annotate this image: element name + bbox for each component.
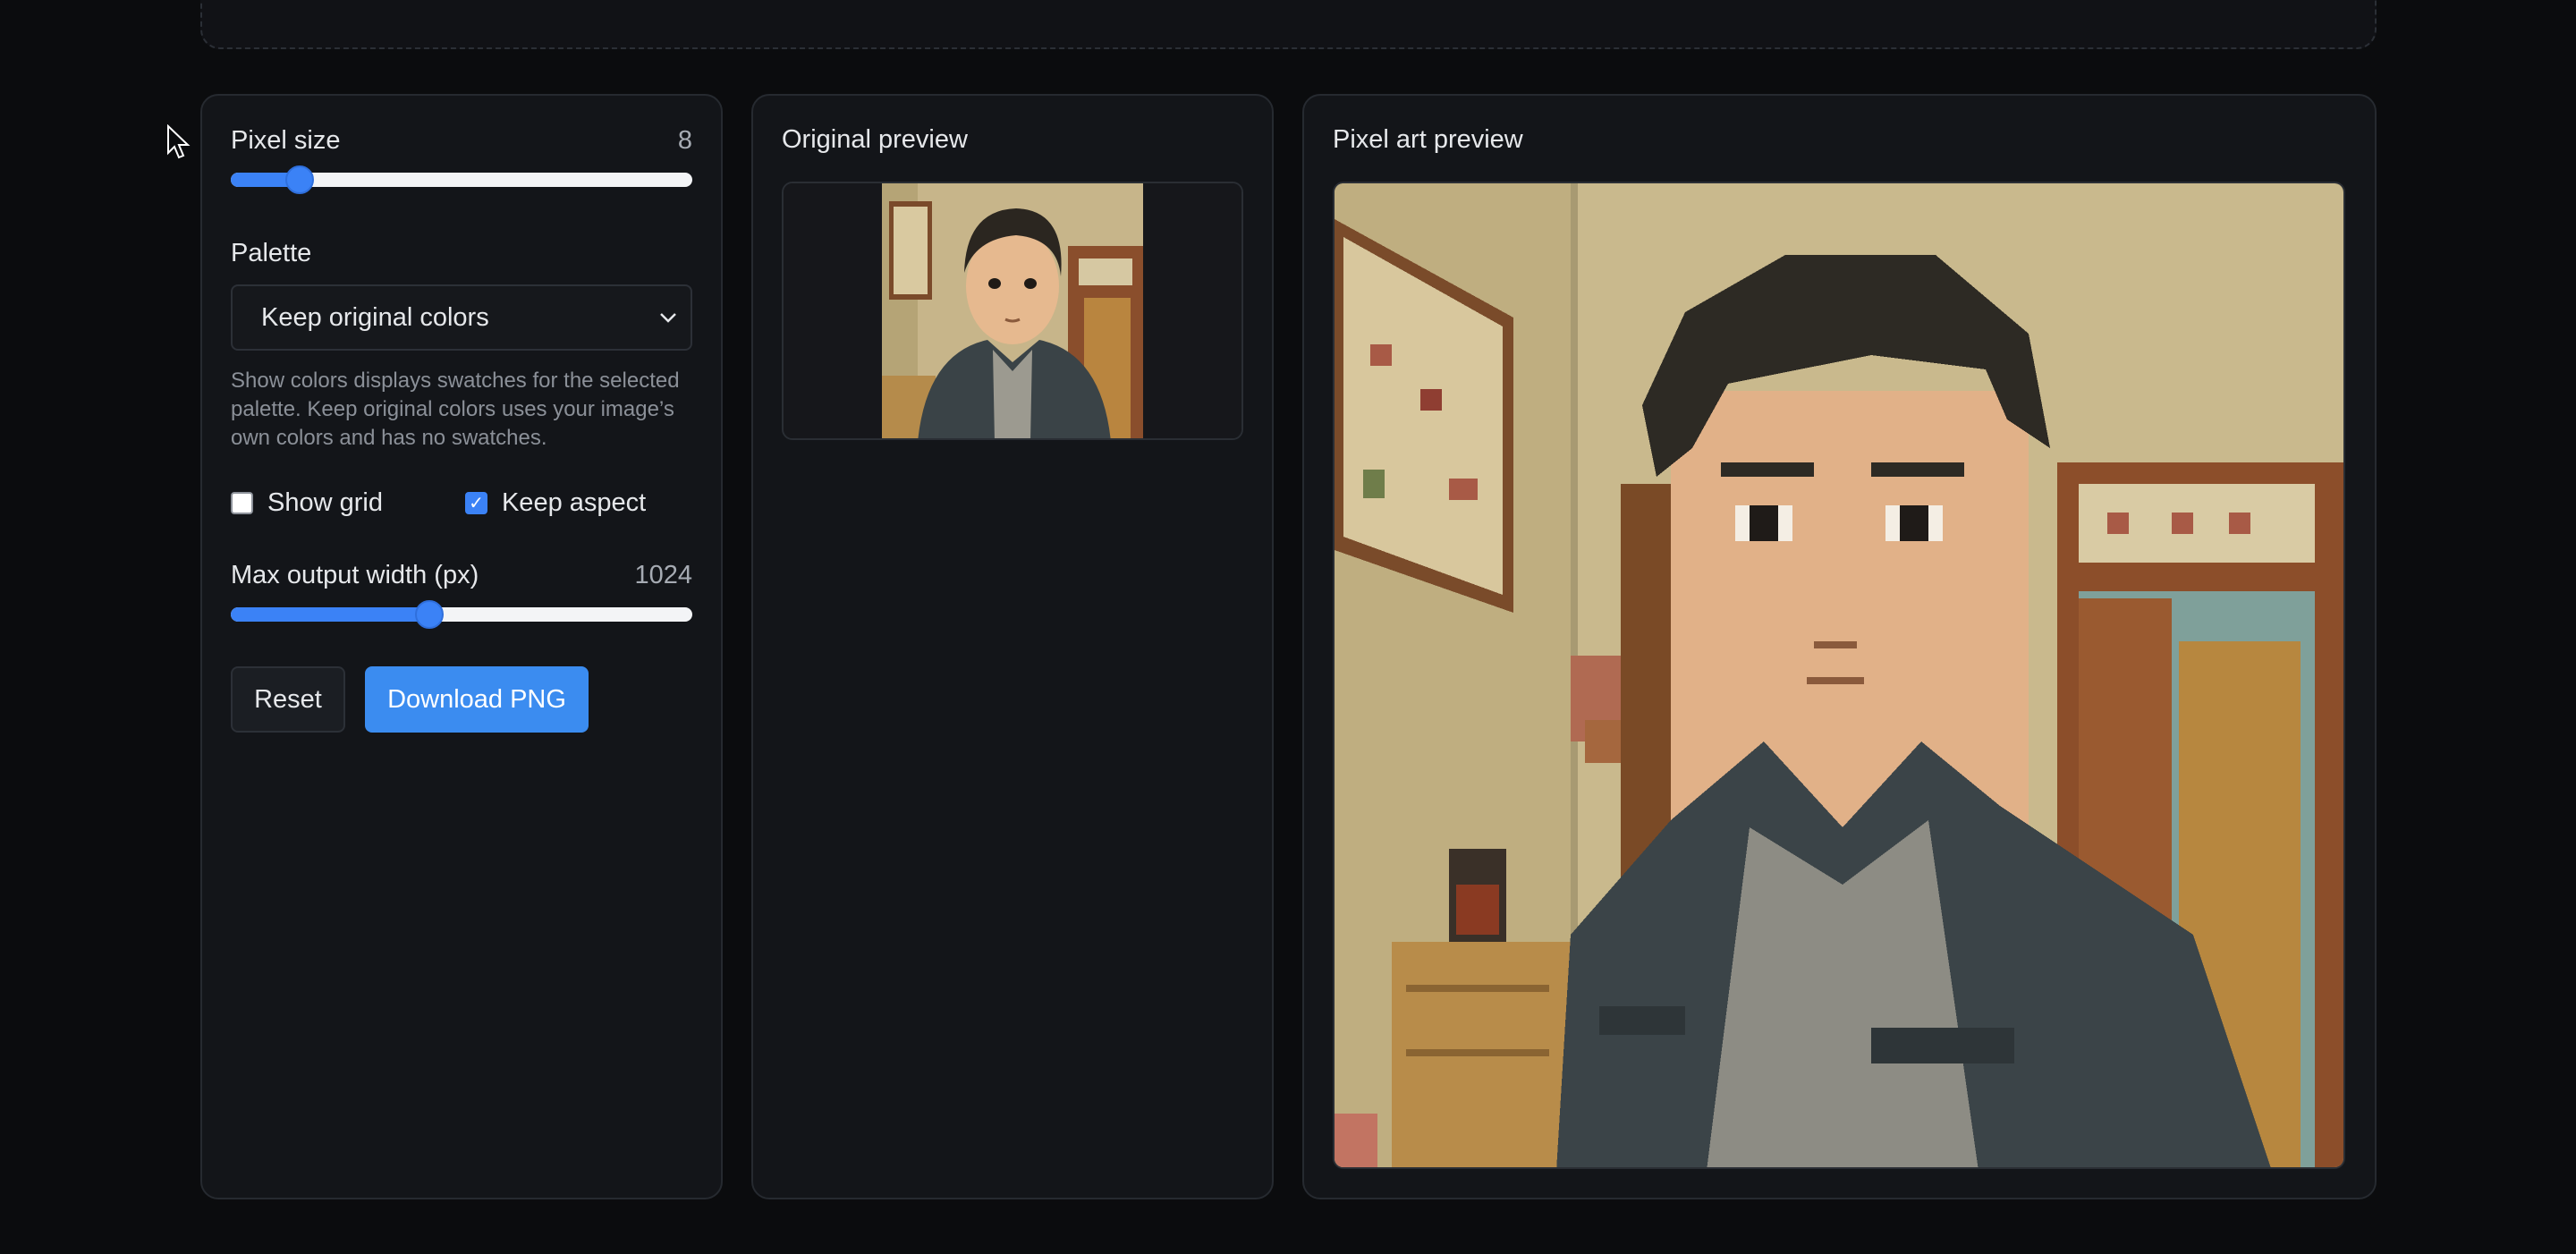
- original-preview-panel: Original preview: [751, 94, 1274, 1199]
- max-width-slider-fill: [231, 607, 429, 622]
- upload-dropzone[interactable]: [200, 0, 2377, 49]
- max-width-label: Max output width (px): [231, 561, 479, 589]
- reset-button[interactable]: Reset: [231, 666, 345, 733]
- download-png-button[interactable]: Download PNG: [365, 666, 589, 733]
- palette-selected-value: Keep original colors: [261, 302, 489, 332]
- options-row: Show grid ✓ Keep aspect: [231, 488, 692, 518]
- pixel-art-preview-image: [1335, 183, 2343, 1167]
- pixel-size-slider-thumb[interactable]: [285, 165, 315, 194]
- original-preview-title: Original preview: [782, 125, 968, 154]
- original-preview-image: [784, 183, 1241, 438]
- max-width-value: 1024: [634, 561, 692, 589]
- palette-select[interactable]: Keep original colors: [231, 284, 692, 351]
- pixel-size-slider[interactable]: [231, 165, 692, 194]
- show-grid-checkbox[interactable]: Show grid: [231, 488, 383, 518]
- max-width-slider-thumb[interactable]: [414, 600, 444, 629]
- pixel-art-preview-frame: [1333, 182, 2345, 1169]
- keep-aspect-label[interactable]: Keep aspect: [502, 488, 646, 518]
- action-buttons: Reset Download PNG: [231, 666, 692, 733]
- max-width-row: Max output width (px) 1024: [231, 561, 692, 590]
- pixel-size-label: Pixel size: [231, 126, 341, 155]
- original-preview-frame: [782, 182, 1243, 440]
- keep-aspect-box[interactable]: ✓: [464, 492, 487, 514]
- pixel-size-value: 8: [677, 126, 692, 155]
- max-width-slider[interactable]: [231, 600, 692, 629]
- chevron-down-icon: [658, 306, 678, 329]
- pixel-art-preview-panel: Pixel art preview: [1302, 94, 2377, 1199]
- palette-help-text: Show colors displays swatches for the se…: [231, 369, 680, 450]
- keep-aspect-checkbox[interactable]: ✓ Keep aspect: [464, 488, 646, 518]
- palette-label: Palette: [231, 239, 312, 267]
- show-grid-box[interactable]: [231, 492, 253, 514]
- pixel-art-preview-title: Pixel art preview: [1333, 125, 1523, 154]
- mouse-cursor-icon: [167, 124, 191, 159]
- show-grid-label[interactable]: Show grid: [267, 488, 383, 518]
- pixel-size-row: Pixel size 8: [231, 126, 692, 156]
- controls-panel: Pixel size 8 Palette Keep original color…: [200, 94, 723, 1199]
